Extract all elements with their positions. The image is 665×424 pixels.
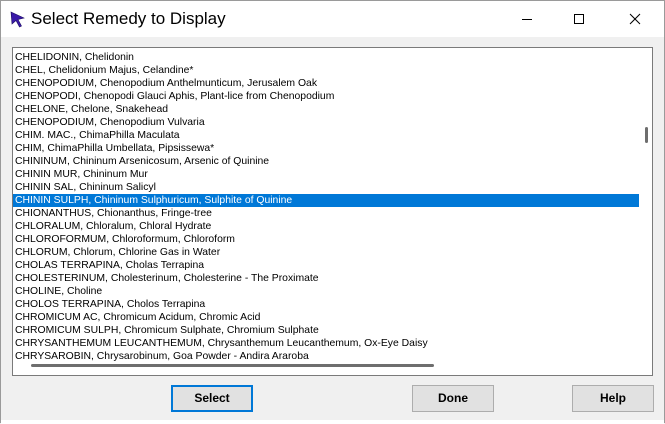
horizontal-scrollbar-thumb[interactable]: [31, 364, 434, 367]
maximize-button[interactable]: [556, 1, 602, 37]
minimize-icon: [522, 19, 532, 20]
maximize-icon: [574, 14, 584, 24]
vertical-scrollbar-thumb[interactable]: [645, 127, 648, 143]
list-item[interactable]: CHENOPODIUM, Chenopodium Anthelmunticum,…: [13, 77, 639, 90]
title-bar[interactable]: Select Remedy to Display: [1, 1, 664, 37]
list-item[interactable]: CHLORALUM, Chloralum, Chloral Hydrate: [13, 220, 639, 233]
remedy-listbox[interactable]: CHELIDONIN, Chelidonin CHEL, Chelidonium …: [12, 47, 653, 376]
list-item[interactable]: CHININ SAL, Chininum Salicyl: [13, 181, 639, 194]
close-button[interactable]: [612, 1, 658, 37]
list-item[interactable]: CHELIDONIN, Chelidonin: [13, 51, 639, 64]
remedy-list-items: CHELIDONIN, Chelidonin CHEL, Chelidonium …: [13, 51, 639, 363]
bottom-strip: [1, 420, 664, 424]
window-title: Select Remedy to Display: [31, 9, 226, 28]
list-item[interactable]: CHIM. MAC., ChimaPhilla Maculata: [13, 129, 639, 142]
list-item-selected[interactable]: CHININ SULPH, Chininum Sulphuricum, Sulp…: [13, 194, 639, 207]
app-arrow-icon: [9, 10, 27, 28]
select-button[interactable]: Select: [171, 385, 253, 412]
minimize-button[interactable]: [504, 1, 550, 37]
list-item[interactable]: CHOLESTERINUM, Cholesterinum, Cholesteri…: [13, 272, 639, 285]
help-button[interactable]: Help: [572, 385, 654, 412]
remedy-dialog: Select Remedy to Display CHELIDONIN, Che…: [0, 0, 665, 424]
close-icon: [629, 13, 641, 25]
list-item[interactable]: CHENOPODIUM, Chenopodium Vulvaria: [13, 116, 639, 129]
done-button[interactable]: Done: [412, 385, 494, 412]
list-item[interactable]: CHIM, ChimaPhilla Umbellata, Pipsissewa*: [13, 142, 639, 155]
list-item[interactable]: CHLOROFORMUM, Chloroformum, Chloroform: [13, 233, 639, 246]
list-item[interactable]: CHRYSANTHEMUM LEUCANTHEMUM, Chrysanthemu…: [13, 337, 639, 350]
list-item[interactable]: CHOLOS TERRAPINA, Cholos Terrapina: [13, 298, 639, 311]
list-item[interactable]: CHIONANTHUS, Chionanthus, Fringe-tree: [13, 207, 639, 220]
list-item[interactable]: CHLORUM, Chlorum, Chlorine Gas in Water: [13, 246, 639, 259]
list-item[interactable]: CHOLAS TERRAPINA, Cholas Terrapina: [13, 259, 639, 272]
list-item[interactable]: CHELONE, Chelone, Snakehead: [13, 103, 639, 116]
list-item[interactable]: CHROMICUM SULPH, Chromicum Sulphate, Chr…: [13, 324, 639, 337]
list-item[interactable]: CHENOPODI, Chenopodi Glauci Aphis, Plant…: [13, 90, 639, 103]
list-item[interactable]: CHININ MUR, Chininum Mur: [13, 168, 639, 181]
list-item[interactable]: CHRYSAROBIN, Chrysarobinum, Goa Powder -…: [13, 350, 639, 363]
list-item[interactable]: CHROMICUM AC, Chromicum Acidum, Chromic …: [13, 311, 639, 324]
list-item[interactable]: CHININUM, Chininum Arsenicosum, Arsenic …: [13, 155, 639, 168]
list-item[interactable]: CHOLINE, Choline: [13, 285, 639, 298]
list-item[interactable]: CHEL, Chelidonium Majus, Celandine*: [13, 64, 639, 77]
